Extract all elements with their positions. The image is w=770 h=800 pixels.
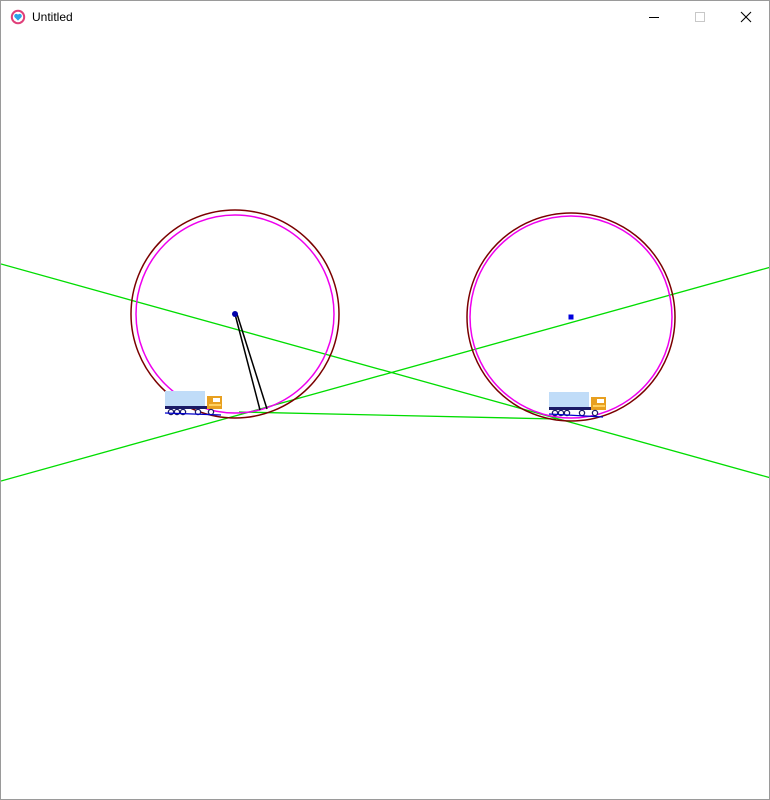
- green-line-descending: [1, 263, 769, 479]
- title-bar[interactable]: Untitled: [1, 1, 769, 32]
- truck-grille: [593, 405, 605, 407]
- close-icon: [740, 11, 752, 22]
- truck-window: [213, 398, 220, 402]
- scene-svg: [1, 209, 769, 482]
- wheel-right-center-dot: [568, 314, 574, 320]
- truck-box: [165, 391, 205, 408]
- green-line-connector: [238, 411, 557, 420]
- truck-wheel: [591, 409, 599, 417]
- drawing-canvas[interactable]: [1, 32, 769, 799]
- truck-chassis: [165, 406, 209, 409]
- truck-grille: [209, 404, 221, 406]
- wheel-left: [130, 209, 340, 419]
- maximize-icon: [695, 11, 705, 22]
- window-title: Untitled: [32, 9, 73, 24]
- truck-wheel: [207, 408, 215, 416]
- truck-cab: [207, 396, 222, 409]
- close-button[interactable]: [723, 1, 769, 32]
- truck-window: [597, 399, 604, 403]
- minimize-button[interactable]: [631, 1, 677, 32]
- truck-chassis: [549, 407, 593, 410]
- truck-cab: [591, 397, 606, 410]
- truck-box: [549, 392, 589, 409]
- wheel-left-center-dot: [232, 311, 238, 317]
- truck-wheel: [578, 409, 586, 417]
- heart-app-icon: [10, 9, 26, 25]
- app-window: Untitled: [0, 0, 770, 800]
- wheel-right: [466, 212, 676, 422]
- spoke-line-b: [236, 313, 268, 410]
- minimize-icon: [649, 16, 659, 18]
- spoke-line-a: [234, 313, 261, 411]
- maximize-button[interactable]: [677, 1, 723, 32]
- caption-buttons: [631, 1, 769, 32]
- truck-right: [548, 392, 606, 418]
- truck-left: [164, 391, 222, 416]
